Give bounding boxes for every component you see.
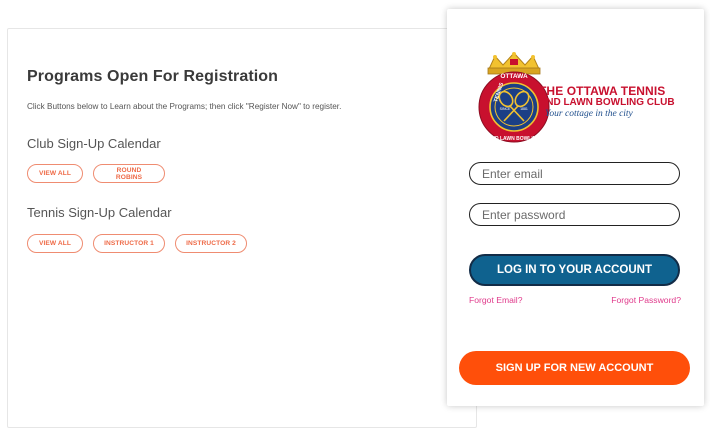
round-robins-button[interactable]: ROUND ROBINS <box>93 164 165 183</box>
svg-text:SINCE: SINCE <box>500 107 511 111</box>
tennis-calendar-buttons: VIEW ALL INSTRUCTOR 1 INSTRUCTOR 2 <box>27 234 247 253</box>
club-name: THE OTTAWA TENNIS AND LAWN BOWLING CLUB … <box>539 84 675 120</box>
instructor-2-button[interactable]: INSTRUCTOR 2 <box>175 234 247 253</box>
tennis-view-all-button[interactable]: VIEW ALL <box>27 234 83 253</box>
password-field[interactable] <box>469 203 680 226</box>
svg-text:AND LAWN BOWLING: AND LAWN BOWLING <box>488 136 541 142</box>
svg-text:1881: 1881 <box>520 107 528 111</box>
club-calendar-title: Club Sign-Up Calendar <box>27 136 161 151</box>
login-button[interactable]: LOG IN TO YOUR ACCOUNT <box>469 254 680 286</box>
svg-text:OTTAWA: OTTAWA <box>500 73 528 80</box>
club-name-line1: THE OTTAWA TENNIS <box>539 84 666 98</box>
club-calendar-buttons: VIEW ALL ROUND ROBINS <box>27 164 165 183</box>
signup-button[interactable]: SIGN UP FOR NEW ACCOUNT <box>459 351 690 385</box>
forgot-email-link[interactable]: Forgot Email? <box>469 295 523 305</box>
login-panel: OTTAWA TENNIS AND LAWN BOWLING SINCE 188… <box>447 9 704 406</box>
forgot-password-link[interactable]: Forgot Password? <box>611 295 681 305</box>
tennis-calendar-title: Tennis Sign-Up Calendar <box>27 205 172 220</box>
programs-description: Click Buttons below to Learn about the P… <box>27 102 342 111</box>
club-view-all-button[interactable]: VIEW ALL <box>27 164 83 183</box>
programs-card <box>7 28 477 428</box>
crown-icon <box>487 52 541 75</box>
club-tagline: Your cottage in the city <box>545 109 633 119</box>
programs-title: Programs Open For Registration <box>27 68 279 85</box>
club-name-line2: AND LAWN BOWLING CLUB <box>539 97 675 108</box>
instructor-1-button[interactable]: INSTRUCTOR 1 <box>93 234 165 253</box>
email-field[interactable] <box>469 162 680 185</box>
